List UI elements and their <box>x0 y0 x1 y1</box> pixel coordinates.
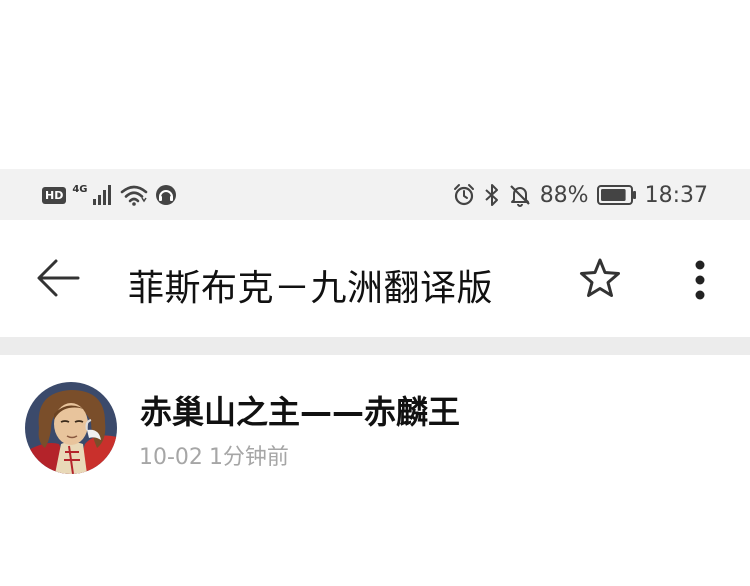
clock-time: 18:37 <box>644 182 708 208</box>
status-bar: HD 4G 88% 18:37 <box>0 169 750 220</box>
status-bar-right: 88% 18:37 <box>452 181 708 209</box>
back-arrow-icon[interactable] <box>36 258 80 298</box>
battery-icon <box>596 185 636 205</box>
star-icon[interactable] <box>579 257 621 299</box>
battery-percent: 88% <box>539 182 589 208</box>
wifi-icon <box>120 185 147 206</box>
section-divider <box>0 337 750 355</box>
blank-top-area <box>0 0 750 169</box>
app-bar: 菲斯布克－九洲翻译版 <box>0 220 750 337</box>
status-bar-left: HD 4G <box>42 183 178 207</box>
more-vert-icon[interactable] <box>684 260 716 300</box>
post-meta: 10-02 1分钟前 <box>139 439 289 471</box>
page-title: 菲斯布克－九洲翻译版 <box>128 268 494 309</box>
author-name[interactable]: 赤巢山之主——赤麟王 <box>140 387 460 433</box>
cellular-signal-icon <box>92 185 111 205</box>
post-relative-time: 1分钟前 <box>208 445 289 470</box>
headset-app-icon <box>155 185 176 205</box>
notifications-off-icon <box>509 185 530 207</box>
avatar-illustration <box>25 382 117 474</box>
post-date: 10-02 <box>139 445 203 470</box>
bluetooth-icon <box>485 184 498 206</box>
network-type-label: 4G <box>72 183 88 195</box>
post-header: 赤巢山之主——赤麟王 10-02 1分钟前 <box>0 355 750 586</box>
alarm-clock-icon <box>453 184 474 206</box>
author-avatar[interactable] <box>25 382 117 474</box>
hd-voice-badge: HD <box>42 186 67 204</box>
